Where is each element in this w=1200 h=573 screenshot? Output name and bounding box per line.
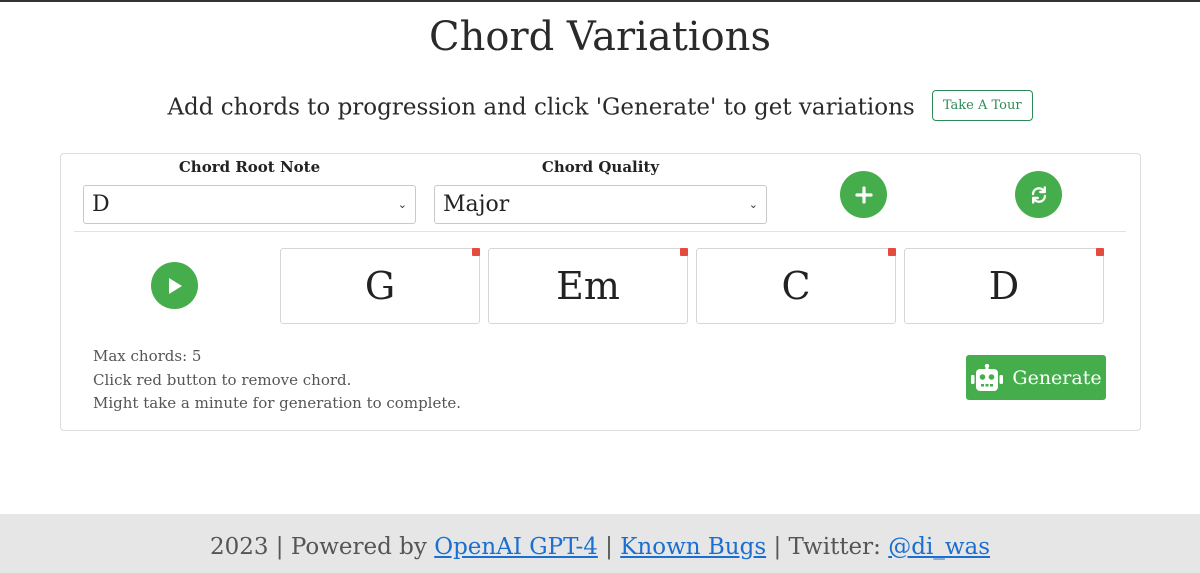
refresh-icon [1031, 185, 1046, 204]
chord-slot[interactable]: G [280, 248, 480, 324]
root-note-label: Chord Root Note [178, 158, 321, 176]
known-bugs-link[interactable]: Known Bugs [620, 534, 766, 560]
chord-slot[interactable]: D [904, 248, 1104, 324]
subtitle-row: Add chords to progression and click 'Gen… [0, 90, 1200, 121]
remove-hint-note: Click red button to remove chord. [93, 370, 352, 389]
page-subtitle: Add chords to progression and click 'Gen… [167, 94, 915, 121]
chord-quality-label: Chord Quality [541, 158, 660, 176]
chevron-down-icon: ⌄ [397, 198, 407, 211]
help-notes: Max chords: 5 Click red button to remove… [93, 345, 461, 416]
chord-slot[interactable]: C [696, 248, 896, 324]
chord-name: D [988, 264, 1020, 308]
chord-quality-select[interactable]: Major ⌄ [434, 185, 767, 224]
wait-hint-note: Might take a minute for generation to co… [93, 394, 462, 412]
play-icon [168, 277, 182, 294]
top-border [0, 0, 1200, 2]
generate-button[interactable]: Generate [966, 355, 1106, 400]
root-note-select[interactable]: D ⌄ [83, 185, 416, 224]
openai-link[interactable]: OpenAI GPT-4 [434, 534, 598, 560]
chord-name: C [781, 264, 811, 308]
chord-name: G [364, 264, 396, 308]
robot-icon [971, 363, 1004, 391]
root-note-value: D [92, 192, 110, 217]
twitter-link[interactable]: @di_was [888, 534, 990, 560]
plus-icon [854, 185, 873, 204]
reset-button[interactable] [1015, 171, 1062, 218]
footer: 2023 | Powered by OpenAI GPT-4 | Known B… [0, 514, 1200, 573]
chord-quality-value: Major [443, 192, 510, 217]
remove-chord-button[interactable] [680, 248, 688, 256]
take-tour-button[interactable]: Take A Tour [931, 90, 1033, 121]
card-divider [74, 231, 1126, 232]
chevron-down-icon: ⌄ [748, 198, 758, 211]
max-chords-note: Max chords: 5 [93, 347, 202, 365]
remove-chord-button[interactable] [1096, 248, 1104, 256]
footer-separator: | [597, 534, 621, 560]
page-title: Chord Variations [429, 14, 771, 60]
chord-name: Em [556, 264, 620, 308]
footer-twitter-label: | Twitter: [766, 534, 889, 560]
remove-chord-button[interactable] [888, 248, 896, 256]
generate-label: Generate [1012, 366, 1102, 389]
play-button[interactable] [151, 262, 198, 309]
chord-slot[interactable]: Em [488, 248, 688, 324]
remove-chord-button[interactable] [472, 248, 480, 256]
add-chord-button[interactable] [840, 171, 887, 218]
footer-prefix: 2023 | Powered by [209, 534, 435, 560]
